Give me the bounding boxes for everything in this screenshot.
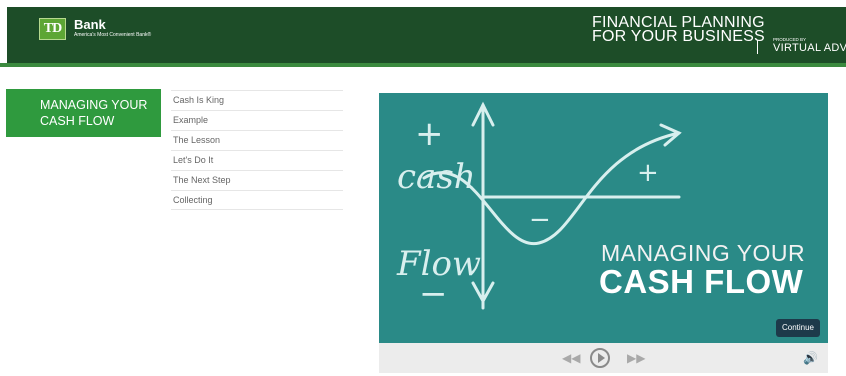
- section-title: MANAGING YOUR CASH FLOW: [40, 98, 148, 128]
- header-bar: TD Bank America's Most Convenient Bank® …: [7, 7, 846, 63]
- course-title: FINANCIAL PLANNING FOR YOUR BUSINESS: [592, 15, 765, 45]
- continue-button[interactable]: Continue: [776, 319, 820, 337]
- td-bank-logo[interactable]: TD Bank America's Most Convenient Bank®: [39, 18, 151, 40]
- td-logo-mark: TD: [39, 18, 66, 40]
- play-icon[interactable]: [590, 348, 610, 368]
- fast-forward-icon[interactable]: ▶▶: [627, 343, 645, 373]
- lesson-list: Cash Is King Example The Lesson Let's Do…: [171, 90, 343, 210]
- header-stripe: [0, 63, 846, 67]
- lesson-item-example[interactable]: Example: [171, 110, 343, 130]
- logo-tagline: America's Most Convenient Bank®: [74, 32, 152, 38]
- course-title-line2: FOR YOUR BUSINESS: [592, 28, 765, 45]
- lesson-item-the-next-step[interactable]: The Next Step: [171, 170, 343, 190]
- board-minus-bottom: −: [419, 274, 448, 314]
- slide-title-line2: CASH FLOW: [599, 263, 804, 300]
- logo-text: Bank America's Most Convenient Bank®: [74, 18, 151, 39]
- rewind-icon[interactable]: ◀◀: [562, 343, 580, 373]
- lesson-item-collecting[interactable]: Collecting: [171, 190, 343, 210]
- lesson-item-the-lesson[interactable]: The Lesson: [171, 130, 343, 150]
- producer-name: VIRTUAL ADVIS: [773, 42, 846, 54]
- lesson-item-cash-is-king[interactable]: Cash Is King: [171, 90, 343, 110]
- player-controls: ◀◀ ▶▶ 🔊: [379, 343, 828, 373]
- logo-name: Bank: [74, 17, 106, 32]
- slide-title-line1: MANAGING YOUR: [601, 240, 806, 266]
- lesson-item-lets-do-it[interactable]: Let's Do It: [171, 150, 343, 170]
- volume-icon[interactable]: 🔊: [803, 343, 818, 373]
- header-divider: [757, 40, 758, 54]
- board-curve-plus: +: [637, 158, 659, 188]
- board-plus-top: +: [415, 114, 444, 154]
- board-word-cash: cash: [397, 157, 476, 197]
- section-tile-managing-cash-flow[interactable]: MANAGING YOUR CASH FLOW: [6, 89, 161, 137]
- board-curve-minus: −: [529, 205, 551, 235]
- video-player[interactable]: + cash Flow − + − MANAGING YOUR CASH FLO…: [379, 93, 828, 343]
- chalkboard-illustration: + cash Flow − + −: [396, 101, 682, 314]
